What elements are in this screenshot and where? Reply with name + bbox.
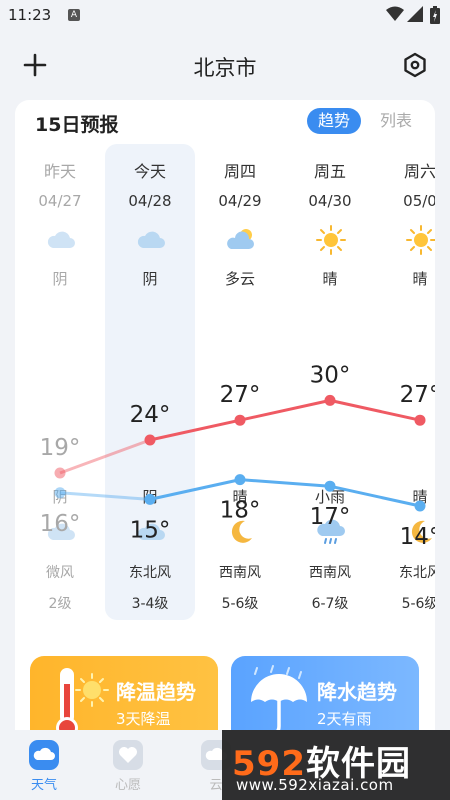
- cloud-icon: [47, 231, 75, 248]
- heart-icon: [113, 740, 143, 770]
- day-name: 周六: [403, 162, 435, 181]
- day-condition: 晴: [412, 270, 428, 288]
- wind-direction: 微风: [46, 565, 74, 581]
- wind-level: 5-6级: [221, 596, 259, 612]
- battery-icon: [430, 6, 440, 24]
- moon-icon: [411, 520, 432, 543]
- cooling-trend-subtitle: 3天降温: [116, 710, 171, 728]
- sun-icon: [316, 225, 346, 255]
- wind-direction: 东北风: [129, 565, 171, 581]
- watermark-url: www.592xiazai.com: [236, 776, 394, 794]
- view-toggle-trend[interactable]: 趋势: [307, 108, 361, 134]
- day-name: 今天: [133, 162, 166, 181]
- wind-level: 5-6级: [401, 596, 435, 612]
- app-bar: 北京市: [0, 30, 450, 100]
- moon-icon: [231, 520, 252, 543]
- night-condition: 小雨: [314, 488, 345, 506]
- rain-trend-subtitle: 2天有雨: [317, 710, 372, 728]
- forecast-day[interactable]: 今天 04/28 阴 阴 东北风 3-4级: [105, 144, 195, 620]
- forecast-day[interactable]: 周五 04/30 晴 小雨 西南风 6-7级: [285, 144, 375, 620]
- cloud-icon: [47, 523, 75, 540]
- wind-direction: 西南风: [309, 565, 351, 581]
- forecast-title: 15日预报: [35, 114, 119, 136]
- notification-badge: A: [68, 9, 80, 21]
- partly-cloudy-icon: [227, 229, 254, 249]
- wind-level: 3-4级: [131, 596, 169, 612]
- day-date: 04/30: [308, 192, 352, 210]
- forecast-day[interactable]: 周六 05/0 晴 晴 东北风 5-6级: [375, 144, 435, 620]
- sun-icon: [406, 225, 435, 255]
- night-condition: 阴: [142, 488, 158, 506]
- day-name: 周五: [313, 162, 346, 181]
- day-date: 05/0: [403, 192, 435, 210]
- wind-direction: 西南风: [219, 565, 261, 581]
- wind-level: 2级: [48, 596, 72, 612]
- signal-icon: [407, 6, 423, 22]
- wind-direction: 东北风: [399, 565, 435, 581]
- forecast-header: 15日预报 趋势 列表: [15, 100, 435, 144]
- rain-cloud-icon: [317, 519, 345, 544]
- day-date: 04/28: [128, 192, 172, 210]
- night-condition: 晴: [412, 488, 428, 506]
- city-title: 北京市: [193, 56, 257, 80]
- day-name: 昨天: [43, 162, 76, 181]
- day-condition: 阴: [52, 270, 68, 288]
- day-date: 04/27: [38, 192, 82, 210]
- day-condition: 晴: [322, 270, 338, 288]
- forecast-day[interactable]: 周四 04/29 多云 晴 西南风 5-6级: [195, 144, 285, 620]
- wifi-icon: [386, 6, 404, 21]
- status-time: 11:23: [8, 6, 52, 24]
- wind-level: 6-7级: [311, 596, 349, 612]
- tab-label: 心愿: [114, 778, 141, 793]
- site-watermark: 592软件园 www.592xiazai.com: [222, 730, 450, 800]
- tab-label: 天气: [30, 778, 57, 793]
- settings-icon[interactable]: [400, 50, 430, 80]
- view-toggle-list[interactable]: 列表: [371, 108, 421, 134]
- tab-wish[interactable]: 心愿: [98, 736, 158, 796]
- rain-trend-title: 降水趋势: [317, 680, 397, 704]
- night-condition: 阴: [52, 488, 68, 506]
- cooling-trend-title: 降温趋势: [116, 680, 196, 704]
- night-condition: 晴: [232, 488, 248, 506]
- weather-cloud-icon: [29, 740, 59, 770]
- forecast-day[interactable]: 昨天 04/27 阴 阴 微风 2级: [15, 144, 105, 620]
- day-condition: 多云: [224, 270, 255, 288]
- plus-icon[interactable]: [20, 50, 50, 80]
- cloud-icon: [137, 231, 165, 248]
- tab-weather[interactable]: 天气: [14, 736, 74, 796]
- day-date: 04/29: [218, 192, 262, 210]
- cloud-icon: [137, 523, 165, 540]
- day-name: 周四: [223, 162, 256, 181]
- status-bar: 11:23 A: [0, 0, 450, 30]
- day-condition: 阴: [142, 270, 158, 288]
